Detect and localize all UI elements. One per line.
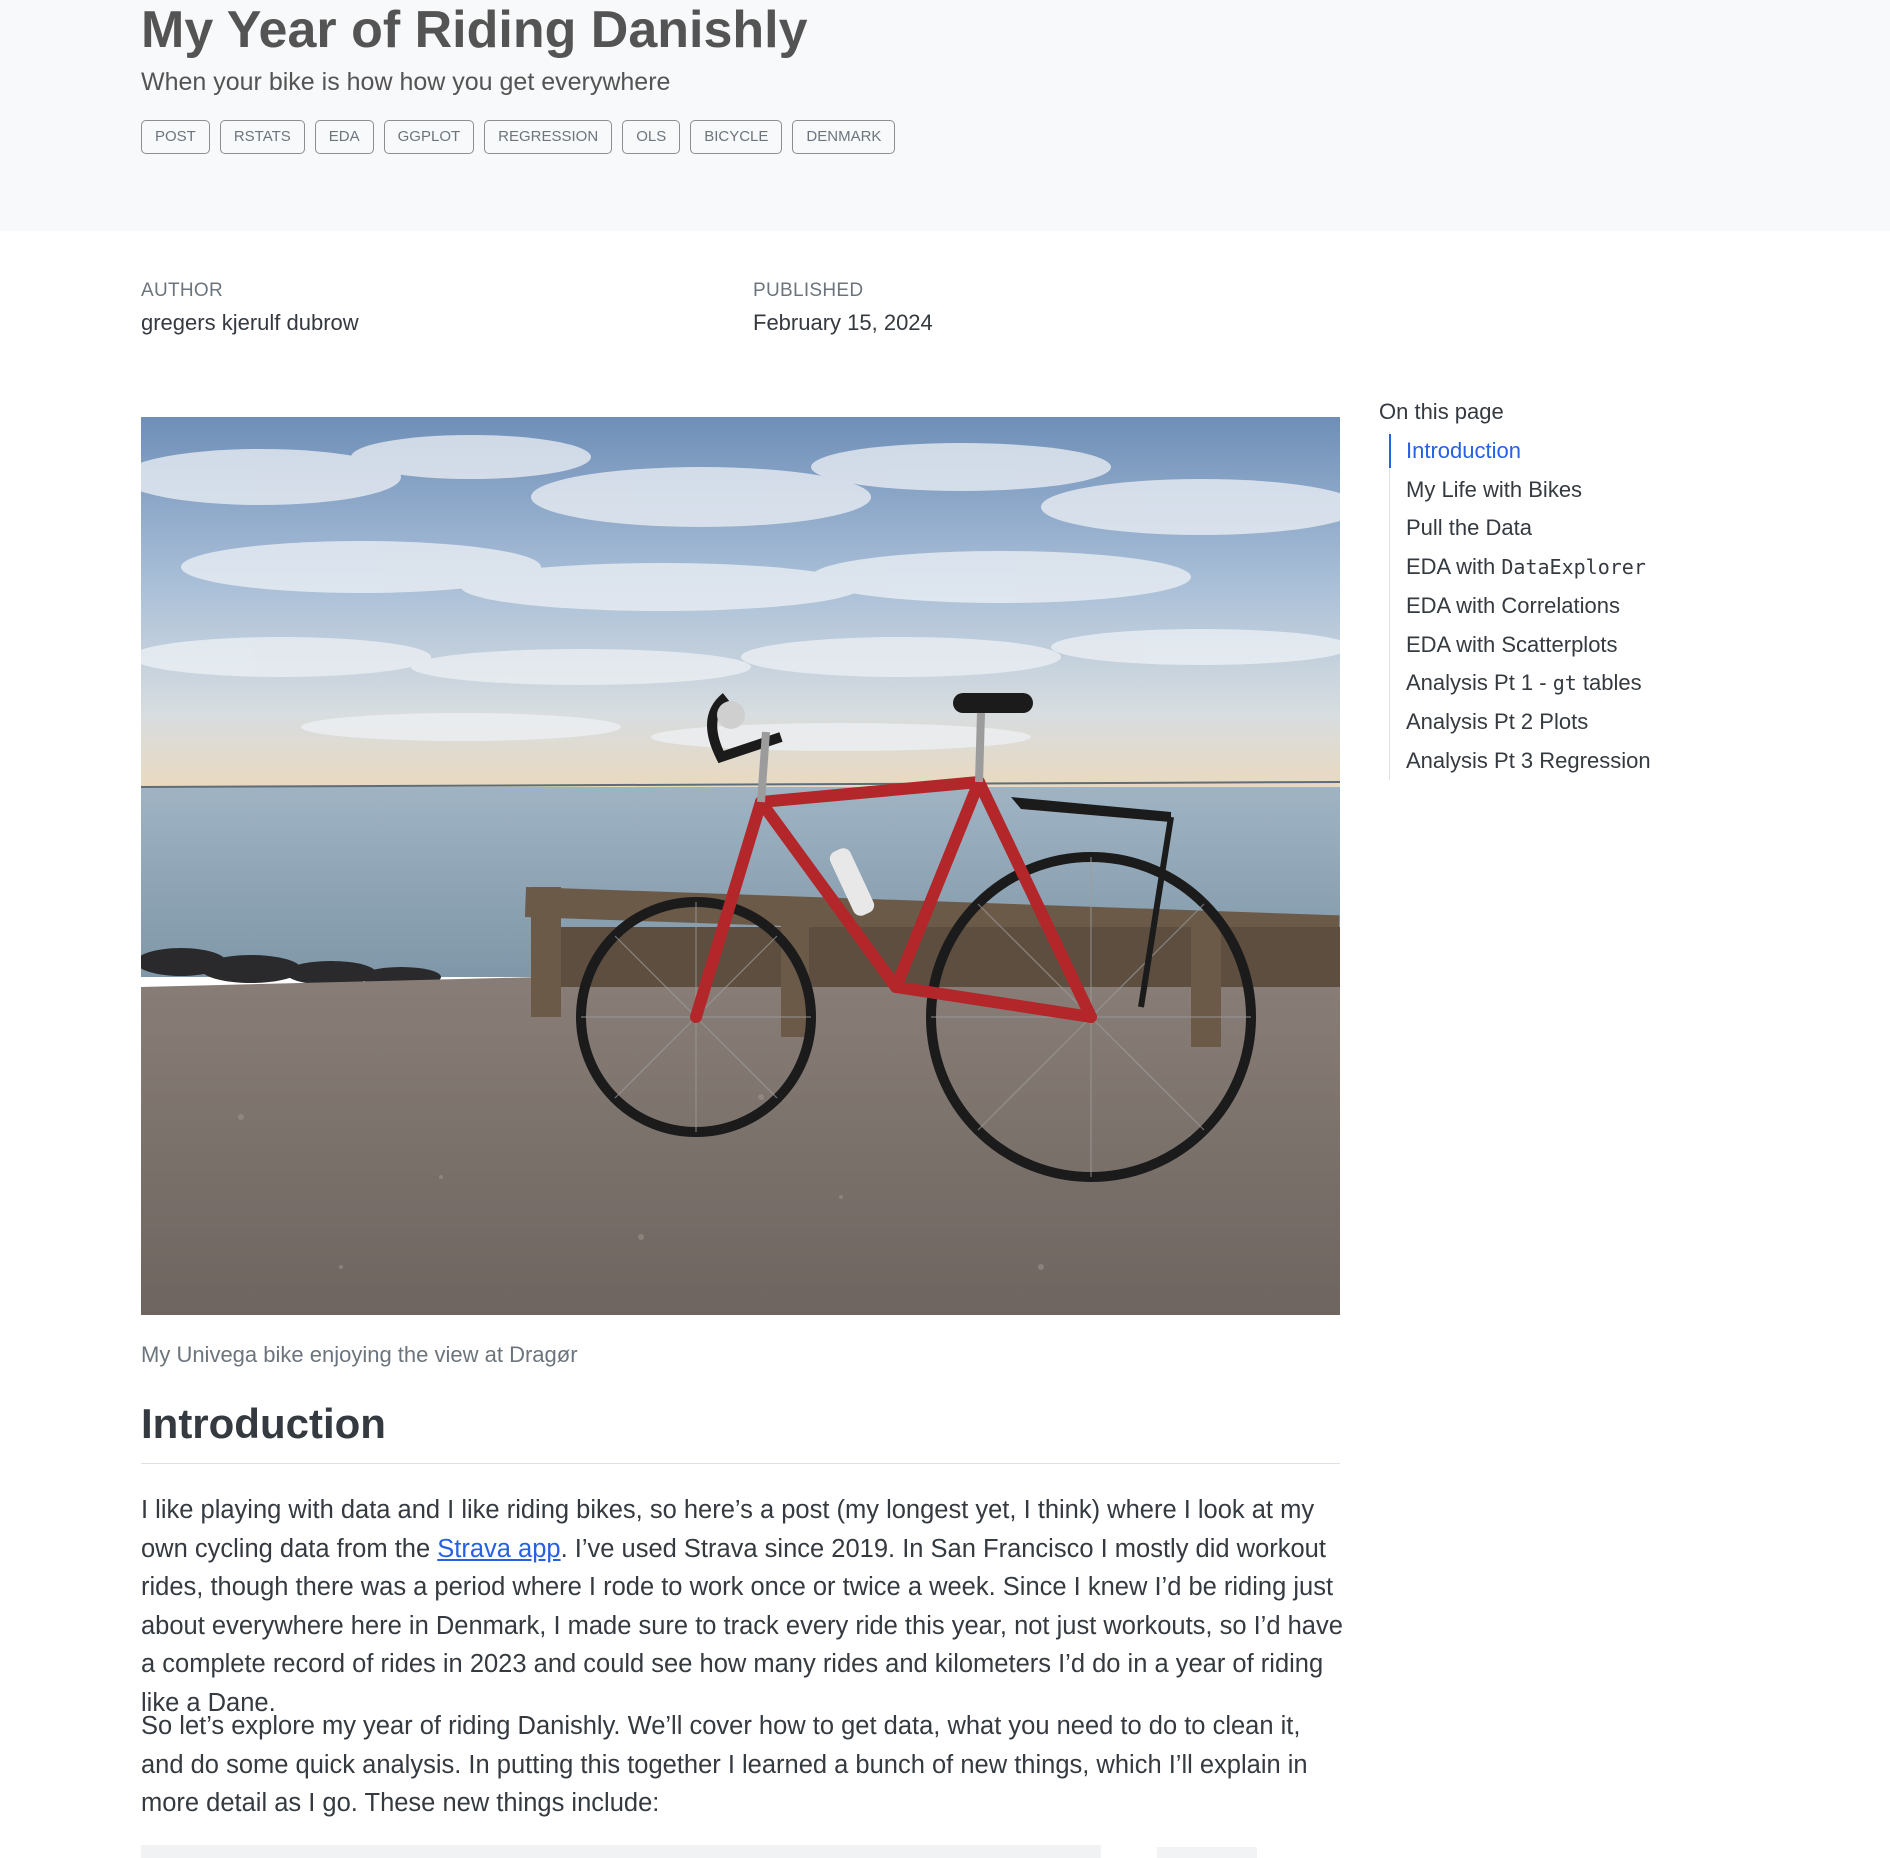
table-of-contents: On this page Introduction My Life with B… (1379, 395, 1849, 781)
tag-post[interactable]: POST (141, 120, 210, 154)
tag-bicycle[interactable]: BICYCLE (690, 120, 783, 154)
toc-item-eda-scatterplots[interactable]: EDA with Scatterplots (1390, 626, 1849, 665)
toc-list: Introduction My Life with Bikes Pull the… (1389, 432, 1849, 781)
toc-label: EDA with (1406, 554, 1502, 580)
toc-item-analysis-pt3-regression[interactable]: Analysis Pt 3 Regression (1390, 742, 1849, 781)
published-date: February 15, 2024 (753, 310, 933, 335)
author-label: AUTHOR (141, 280, 224, 301)
toc-label: EDA with Correlations (1406, 592, 1620, 618)
tag-denmark[interactable]: DENMARK (792, 120, 896, 154)
toc-code: gt (1552, 671, 1577, 696)
author-name: gregers kjerulf dubrow (141, 310, 359, 335)
toc-code: DataExplorer (1501, 555, 1646, 580)
cutoff-text (141, 1845, 1101, 1858)
toc-title: On this page (1379, 399, 1504, 424)
hero-image (141, 417, 1340, 1315)
tag-ggplot[interactable]: GGPLOT (383, 120, 475, 154)
toc-label: My Life with Bikes (1406, 476, 1583, 502)
tag-eda[interactable]: EDA (314, 120, 374, 154)
tag-ols[interactable]: OLS (622, 120, 681, 154)
toc-item-analysis-pt1-gt-tables[interactable]: Analysis Pt 1 - gt tables (1390, 664, 1849, 703)
category-tags: POST RSTATS EDA GGPLOT REGRESSION OLS BI… (141, 120, 896, 154)
toc-item-introduction[interactable]: Introduction (1389, 432, 1849, 471)
toc-item-my-life-with-bikes[interactable]: My Life with Bikes (1390, 471, 1849, 510)
toc-label: Analysis Pt 3 Regression (1406, 747, 1651, 773)
toc-label-suffix: tables (1576, 670, 1642, 696)
cutoff-code (1157, 1847, 1257, 1858)
tag-rstats[interactable]: RSTATS (219, 120, 305, 154)
toc-label: Analysis Pt 2 Plots (1406, 708, 1589, 734)
cutoff-list-item (141, 1845, 1340, 1858)
intro-paragraph-2: So let’s explore my year of riding Danis… (141, 1712, 1308, 1817)
toc-label: Introduction (1406, 438, 1521, 463)
section-heading-introduction: Introduction (141, 1400, 386, 1447)
page-title: My Year of Riding Danishly (141, 1, 808, 59)
toc-item-pull-the-data[interactable]: Pull the Data (1390, 509, 1849, 548)
toc-item-eda-correlations[interactable]: EDA with Correlations (1390, 587, 1849, 626)
toc-item-analysis-pt2-plots[interactable]: Analysis Pt 2 Plots (1390, 703, 1849, 742)
toc-item-eda-dataexplorer[interactable]: EDA with DataExplorer (1390, 548, 1849, 587)
heading-divider (141, 1463, 1340, 1464)
published-label: PUBLISHED (753, 280, 864, 301)
toc-label: EDA with Scatterplots (1406, 631, 1618, 657)
intro-paragraph-1: I like playing with data and I like ridi… (141, 1491, 1346, 1722)
tag-regression[interactable]: REGRESSION (484, 120, 613, 154)
hero-caption: My Univega bike enjoying the view at Dra… (141, 1342, 578, 1367)
toc-label: Pull the Data (1406, 515, 1532, 541)
toc-label: Analysis Pt 1 - (1406, 670, 1553, 696)
strava-app-link[interactable]: Strava app (437, 1535, 560, 1563)
page-subtitle: When your bike is how how you get everyw… (141, 68, 671, 96)
